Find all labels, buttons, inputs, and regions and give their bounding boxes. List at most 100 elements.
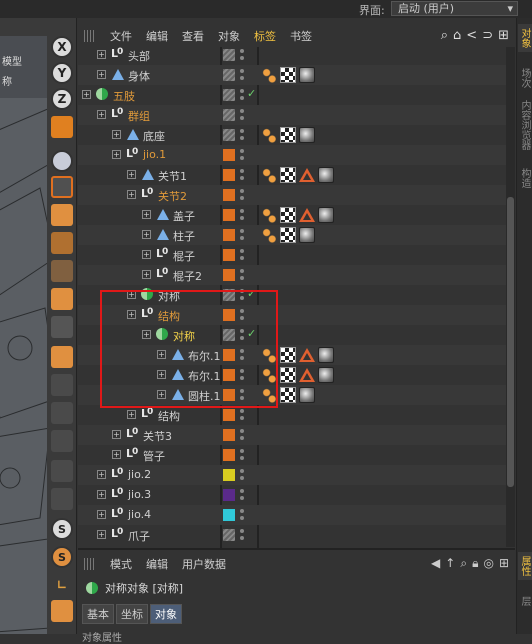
lock-icon[interactable]: 🔒︎: [472, 556, 478, 571]
visibility-dots-icon[interactable]: [240, 88, 244, 102]
layout-select[interactable]: 启动 (用户): [391, 1, 518, 16]
tree-row[interactable]: + jio.4: [78, 505, 508, 525]
tree-row[interactable]: + 关节1: [78, 165, 508, 185]
layer-color-swatch[interactable]: [223, 189, 235, 201]
tree-row[interactable]: + jio.1: [78, 145, 508, 165]
new-window-icon[interactable]: ⊞: [498, 28, 509, 43]
visibility-dots-icon[interactable]: [240, 508, 244, 522]
tree-row[interactable]: + 结构: [78, 405, 508, 425]
material-tag-icon[interactable]: [280, 347, 296, 363]
search-icon[interactable]: ⌕: [441, 28, 448, 43]
expand-toggle-icon[interactable]: +: [82, 90, 91, 99]
visibility-dots-icon[interactable]: [240, 128, 244, 142]
object-name[interactable]: jio.3: [128, 488, 151, 501]
layer-color-swatch[interactable]: [223, 209, 235, 221]
tree-row[interactable]: + 五肢 ✓: [78, 85, 508, 105]
texture-tag-icon[interactable]: [299, 127, 315, 143]
expand-toggle-icon[interactable]: +: [97, 490, 106, 499]
tab-object[interactable]: 对象: [150, 604, 182, 624]
object-name[interactable]: 棍子: [173, 248, 195, 264]
z-axis-lock-button[interactable]: Z: [51, 88, 73, 110]
tree-row[interactable]: + 棍子: [78, 245, 508, 265]
points-mode-icon[interactable]: [51, 232, 73, 254]
layer-color-swatch[interactable]: [223, 469, 235, 481]
object-manager-scrollbar[interactable]: [506, 47, 515, 547]
object-name[interactable]: 身体: [128, 68, 150, 84]
scrollbar-thumb[interactable]: [507, 197, 514, 487]
layer-color-swatch[interactable]: [223, 69, 235, 81]
object-name[interactable]: 管子: [143, 448, 165, 464]
object-name[interactable]: jio.2: [128, 468, 151, 481]
expand-toggle-icon[interactable]: +: [97, 110, 106, 119]
ik-tag-icon[interactable]: [261, 67, 277, 83]
tab-basic[interactable]: 基本: [82, 604, 114, 624]
expand-toggle-icon[interactable]: +: [127, 410, 136, 419]
menu-edit[interactable]: 编辑: [146, 556, 168, 572]
tree-row[interactable]: + 柱子: [78, 225, 508, 245]
vtab-content-browser[interactable]: 内容浏览器: [518, 96, 532, 154]
menu-view[interactable]: 查看: [182, 28, 204, 44]
object-name[interactable]: 底座: [143, 128, 165, 144]
object-name[interactable]: 头部: [128, 48, 150, 64]
visibility-dots-icon[interactable]: [240, 488, 244, 502]
visibility-dots-icon[interactable]: [240, 208, 244, 222]
ik-tag-icon[interactable]: [261, 227, 277, 243]
menu-mode[interactable]: 模式: [110, 556, 132, 572]
expand-toggle-icon[interactable]: +: [97, 70, 106, 79]
object-name[interactable]: 关节2: [158, 188, 187, 204]
knife-tool-icon[interactable]: [51, 374, 73, 396]
uv-mode-icon[interactable]: [51, 316, 73, 338]
menu-user-data[interactable]: 用户数据: [182, 556, 226, 572]
tree-row[interactable]: + 关节2: [78, 185, 508, 205]
visibility-dots-icon[interactable]: [240, 148, 244, 162]
edges-mode-icon[interactable]: [51, 260, 73, 282]
expand-toggle-icon[interactable]: +: [142, 270, 151, 279]
material-tag-icon[interactable]: [280, 367, 296, 383]
layer-color-swatch[interactable]: [223, 449, 235, 461]
material-tag-icon[interactable]: [280, 127, 296, 143]
tree-row[interactable]: + 底座: [78, 125, 508, 145]
layer-color-swatch[interactable]: [223, 49, 235, 61]
layer-color-swatch[interactable]: [223, 429, 235, 441]
workplane-icon[interactable]: [51, 402, 73, 424]
texture-tag-icon[interactable]: [299, 227, 315, 243]
layer-color-swatch[interactable]: [223, 229, 235, 241]
material-tag-icon[interactable]: [280, 67, 296, 83]
expand-toggle-icon[interactable]: +: [97, 470, 106, 479]
enabled-check-icon[interactable]: ✓: [247, 87, 256, 100]
texture-tag-icon[interactable]: [318, 167, 334, 183]
object-name[interactable]: 爪子: [128, 528, 150, 544]
layer-color-swatch[interactable]: [223, 129, 235, 141]
menu-file[interactable]: 文件: [110, 28, 132, 44]
expand-toggle-icon[interactable]: +: [112, 130, 121, 139]
visibility-dots-icon[interactable]: [240, 108, 244, 122]
coordinate-system-icon[interactable]: [51, 116, 73, 138]
layer-color-swatch[interactable]: [223, 89, 235, 101]
new-window-icon[interactable]: ⊞: [499, 556, 509, 571]
material-tag-icon[interactable]: [280, 227, 296, 243]
expand-toggle-icon[interactable]: +: [112, 450, 121, 459]
texture-tag-icon[interactable]: [299, 67, 315, 83]
expand-toggle-icon[interactable]: +: [97, 530, 106, 539]
tree-row[interactable]: + jio.2: [78, 465, 508, 485]
target-icon[interactable]: ◎: [483, 556, 493, 571]
visibility-dots-icon[interactable]: [240, 268, 244, 282]
vtab-structure[interactable]: 构造: [518, 164, 532, 192]
material-tag-icon[interactable]: [280, 387, 296, 403]
warning-tag-icon[interactable]: [299, 348, 315, 362]
warning-tag-icon[interactable]: [299, 208, 315, 222]
sculpt-icon[interactable]: S: [51, 518, 73, 540]
tree-row[interactable]: + 身体: [78, 65, 508, 85]
layer-color-swatch[interactable]: [223, 529, 235, 541]
tree-row[interactable]: + 头部: [78, 45, 508, 65]
visibility-dots-icon[interactable]: [240, 228, 244, 242]
tree-row[interactable]: + 管子: [78, 445, 508, 465]
vtab-attributes[interactable]: 属性: [518, 552, 532, 580]
object-name[interactable]: 关节3: [143, 428, 172, 444]
tab-coord[interactable]: 坐标: [116, 604, 148, 624]
visibility-dots-icon[interactable]: [240, 68, 244, 82]
visibility-dots-icon[interactable]: [240, 188, 244, 202]
object-name[interactable]: 棍子2: [173, 268, 202, 284]
select-tool-icon[interactable]: [51, 150, 73, 172]
y-axis-lock-button[interactable]: Y: [51, 62, 73, 84]
